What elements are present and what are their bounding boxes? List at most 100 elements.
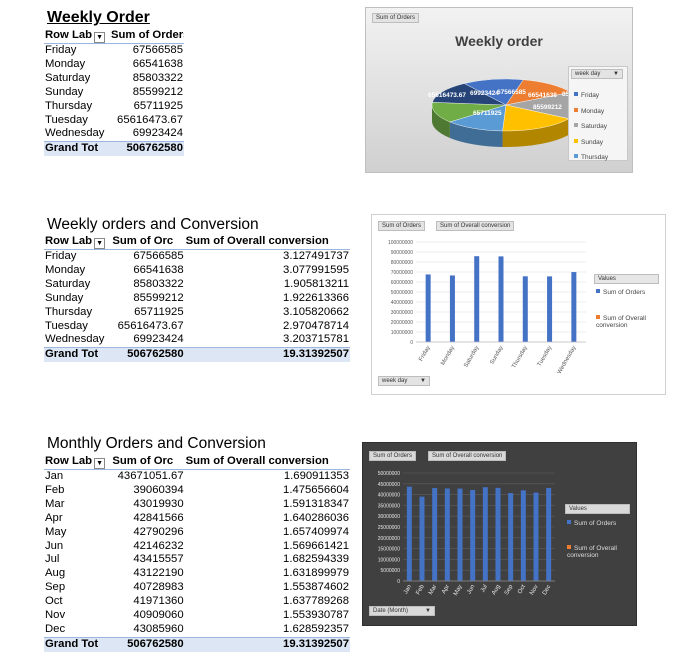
pivot-row: Mar 43019930 1.591318347 <box>44 498 350 512</box>
legend-label: Sum of Orders <box>603 289 646 296</box>
cell-value: 39060394 <box>133 483 184 496</box>
bar-sum-of-orders <box>432 488 438 581</box>
legend-swatch <box>596 315 600 319</box>
cell-value: 1.553874602 <box>283 581 349 594</box>
x-tick-label: Monday <box>440 345 456 366</box>
cell-value: 69923424 <box>133 333 184 346</box>
cell-value: 67566585 <box>133 250 184 262</box>
x-tick-label: Sep <box>504 583 515 596</box>
row-label: Wednesday <box>45 333 105 346</box>
legend-label: Sunday <box>581 138 604 146</box>
chart2-axis-button[interactable]: week day ▼ <box>378 376 430 386</box>
row-label: Jul <box>45 553 60 566</box>
row-label: Monday <box>45 57 86 70</box>
cell-value: 85803322 <box>132 71 183 84</box>
cell-value: 43122190 <box>133 567 184 580</box>
grand-total-value: 19.31392507 <box>184 347 350 363</box>
weekly-order-pie-chart[interactable]: Sum of Orders Weekly order 65616473.67 69… <box>365 7 633 173</box>
bar-sum-of-orders <box>474 256 480 342</box>
cell-value: 3.203715781 <box>283 333 349 346</box>
pie-legend-button[interactable]: week day ▼ <box>571 69 623 79</box>
cell-value: 85599212 <box>132 85 183 98</box>
cell-value: 43415557 <box>133 553 184 566</box>
row-label: Friday <box>45 250 77 262</box>
pivot-row: Aug 43122190 1.631899979 <box>44 567 350 581</box>
filter-dropdown-icon[interactable]: ▼ <box>94 458 106 469</box>
filter-dropdown-icon[interactable]: ▼ <box>94 238 106 249</box>
axis-button-label: week day <box>382 378 408 384</box>
bar-sum-of-orders <box>522 276 528 342</box>
section2-title: Weekly orders and Conversion <box>47 216 259 233</box>
row-labels-header[interactable]: Row Lab ▼ <box>44 455 112 470</box>
row-label: Sunday <box>45 85 84 98</box>
row-label: Oct <box>45 595 63 608</box>
value-header: Sum of Orders <box>110 29 184 44</box>
monthly-column-chart[interactable]: Sum of Orders Sum of Overall conversion … <box>362 442 637 626</box>
legend-swatch <box>596 289 600 293</box>
bar-sum-of-orders <box>419 496 425 581</box>
dropdown-arrow-icon: ▼ <box>613 71 619 77</box>
row-labels-header[interactable]: Row Lab ▼ <box>44 235 112 250</box>
pie-legend-item: Monday <box>574 107 604 115</box>
row-label: Mar <box>45 497 65 510</box>
y-tick-label: 50000000 <box>391 290 413 296</box>
cell-value: 43085960 <box>133 622 184 635</box>
bar-sum-of-orders <box>546 487 552 581</box>
grand-total-label: Grand Tot <box>44 636 112 652</box>
row-label: Dec <box>45 622 66 635</box>
y-tick-label: 10000000 <box>378 557 400 563</box>
pie-data-label: 67566585 <box>497 89 526 96</box>
cell-value: 1.905813211 <box>283 277 349 290</box>
row-label: Thursday <box>45 305 93 318</box>
x-tick-label: Jun <box>466 584 476 595</box>
grand-total-value: 19.31392507 <box>184 636 350 652</box>
cell-value: 85599212 <box>133 291 184 304</box>
cell-value: 43019930 <box>133 497 184 510</box>
x-tick-label: Aug <box>491 584 502 596</box>
y-tick-label: 100000000 <box>388 240 413 246</box>
value-header: Sum of Overall conversion <box>184 235 350 250</box>
row-labels-header[interactable]: Row Lab ▼ <box>44 29 110 44</box>
y-tick-label: 40000000 <box>391 300 413 306</box>
cell-value: 3.077991595 <box>283 263 349 276</box>
pie-data-label: 85599212 <box>533 104 562 111</box>
header-text: Sum of Overall conversion <box>185 455 329 468</box>
chart3-legend-orders: Sum of Orders <box>567 520 616 527</box>
pie-data-label: 66541638 <box>528 92 557 99</box>
pivot-row: May 42790296 1.657409974 <box>44 526 350 540</box>
value-header: Sum of Orc <box>111 235 185 250</box>
cell-value: 1.628592357 <box>283 622 349 635</box>
legend-label: Friday <box>581 92 600 99</box>
weekly-column-plot: 1000000009000000080000000700000006000000… <box>388 240 586 375</box>
cell-value: 40909060 <box>133 609 184 622</box>
row-label: Wednesday <box>45 127 105 140</box>
pivot-row: Nov 40909060 1.553930787 <box>44 609 350 623</box>
row-label: Tuesday <box>45 319 88 332</box>
row-label: Saturday <box>45 71 91 84</box>
pie-data-label: 65711925 <box>473 110 502 117</box>
cell-value: 85803322 <box>133 277 184 290</box>
y-tick-label: 30000000 <box>391 310 413 316</box>
x-tick-label: Tuesday <box>537 345 554 368</box>
y-tick-label: 35000000 <box>378 503 400 509</box>
chart3-axis-button[interactable]: Date (Month) ▼ <box>369 606 435 616</box>
cell-value: 41971360 <box>133 595 184 608</box>
bar-sum-of-orders <box>482 487 488 581</box>
weekly-column-chart[interactable]: Sum of Orders Sum of Overall conversion … <box>371 214 666 395</box>
cell-value: 66541638 <box>133 263 184 276</box>
axis-button-label: Date (Month) <box>373 608 409 614</box>
grand-total-value: 506762580 <box>110 141 184 157</box>
bar-sum-of-orders <box>533 492 539 581</box>
y-tick-label: 70000000 <box>391 270 413 276</box>
x-tick-label: Saturday <box>463 345 480 369</box>
filter-dropdown-icon[interactable]: ▼ <box>94 32 106 43</box>
cell-value: 1.922613366 <box>283 291 349 304</box>
weekly-order-pivot: Row Lab ▼ Sum of Orders Friday 67566585 Monda… <box>44 29 184 157</box>
bar-sum-of-orders <box>495 487 501 581</box>
row-label: Aug <box>45 567 66 580</box>
pivot-row: Thursday 65711925 <box>44 100 184 114</box>
header-text: Row Lab <box>45 235 93 247</box>
y-tick-label: 90000000 <box>391 250 413 256</box>
cell-value: 69923424 <box>132 127 183 140</box>
pivot-row: Jul 43415557 1.682594339 <box>44 553 350 567</box>
